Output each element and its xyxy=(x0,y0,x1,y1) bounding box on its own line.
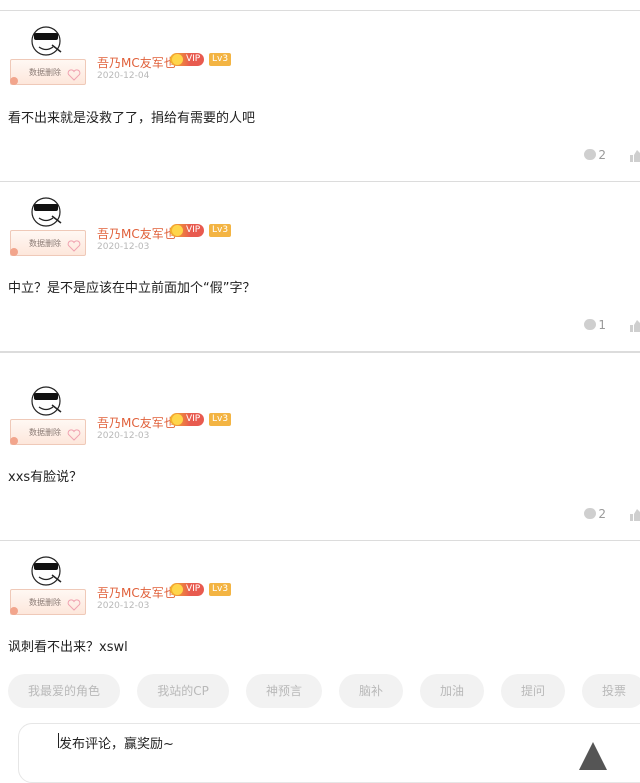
post-divider xyxy=(0,352,640,353)
comment-text: 讽刺看不出来？xswl xyxy=(8,640,128,655)
reply-count[interactable]: 2 xyxy=(584,507,606,521)
avatar-frame: 数据删除 xyxy=(10,419,86,445)
reply-count[interactable]: 1 xyxy=(584,318,606,332)
vip-crown-icon xyxy=(172,225,183,236)
avatar[interactable]: 数据删除 xyxy=(8,196,88,258)
comment-card: 数据删除 吾乃MC友军也 VIP Lv3 2020-12-04 看不出来就是没救… xyxy=(0,11,640,182)
heart-icon xyxy=(67,429,81,441)
reply-count-value: 2 xyxy=(598,148,606,162)
tag-favorite-character[interactable]: 我最爱的角色 xyxy=(8,674,120,708)
vip-badge: VIP xyxy=(170,53,205,66)
vip-label: VIP xyxy=(186,584,201,594)
flower-icon xyxy=(10,248,18,256)
meme-face-icon xyxy=(31,197,62,227)
comment-text: 中立？是不是应该在中立前面加个“假”字？ xyxy=(8,281,256,296)
post-date: 2020-12-03 xyxy=(97,601,150,611)
reply-icon xyxy=(584,319,597,330)
username[interactable]: 吾乃MC友军也 xyxy=(97,54,176,71)
reply-icon xyxy=(584,508,597,519)
post-date: 2020-12-03 xyxy=(97,242,150,252)
frame-text: 数据删除 xyxy=(29,598,61,607)
meme-face-icon xyxy=(31,26,62,56)
post-date: 2020-12-04 xyxy=(97,71,150,81)
avatar[interactable]: 数据删除 xyxy=(8,385,88,447)
reply-count[interactable]: 2 xyxy=(584,148,606,162)
level-badge: Lv3 xyxy=(209,583,232,596)
frame-text: 数据删除 xyxy=(29,428,61,437)
tag-prophecy[interactable]: 神预言 xyxy=(246,674,322,708)
vip-badge: VIP xyxy=(170,224,205,237)
comment-placeholder: 发布评论，赢奖励~ xyxy=(59,737,174,752)
meme-face-icon xyxy=(31,556,62,586)
post-date: 2020-12-03 xyxy=(97,431,150,441)
level-badge: Lv3 xyxy=(209,224,232,237)
username[interactable]: 吾乃MC友军也 xyxy=(97,584,176,601)
vip-crown-icon xyxy=(172,414,183,425)
reply-count-value: 1 xyxy=(598,318,606,332)
vip-badge: VIP xyxy=(170,583,205,596)
vip-crown-icon xyxy=(172,584,183,595)
meme-face-icon xyxy=(31,386,62,416)
frame-text: 数据删除 xyxy=(29,239,61,248)
username[interactable]: 吾乃MC友军也 xyxy=(97,414,176,431)
reply-icon xyxy=(584,149,597,160)
heart-icon xyxy=(67,240,81,252)
frame-text: 数据删除 xyxy=(29,68,61,77)
tag-imagination[interactable]: 脑补 xyxy=(339,674,403,708)
comment-card: 数据删除 吾乃MC友军也 VIP Lv3 2020-12-03 讽刺看不出来？x… xyxy=(0,541,640,663)
like-icon[interactable] xyxy=(630,509,640,521)
comment-card: 数据删除 吾乃MC友军也 VIP Lv3 2020-12-03 中立？是不是应该… xyxy=(0,182,640,352)
triangle-up-icon[interactable] xyxy=(578,740,608,770)
avatar-frame: 数据删除 xyxy=(10,230,86,256)
level-badge: Lv3 xyxy=(209,413,232,426)
tag-cheer[interactable]: 加油 xyxy=(420,674,484,708)
heart-icon xyxy=(67,599,81,611)
vip-badge: VIP xyxy=(170,413,205,426)
comment-text: xxs有脸说？ xyxy=(8,470,83,485)
comment-card: 数据删除 吾乃MC友军也 VIP Lv3 2020-12-03 xxs有脸说？ … xyxy=(0,352,640,541)
avatar-frame: 数据删除 xyxy=(10,589,86,615)
like-icon[interactable] xyxy=(630,320,640,332)
vip-label: VIP xyxy=(186,225,201,235)
like-icon[interactable] xyxy=(630,150,640,162)
tag-vote[interactable]: 投票 xyxy=(582,674,640,708)
tag-question[interactable]: 提问 xyxy=(501,674,565,708)
flower-icon xyxy=(10,437,18,445)
avatar-frame: 数据删除 xyxy=(10,59,86,85)
avatar[interactable]: 数据删除 xyxy=(8,25,88,87)
vip-label: VIP xyxy=(186,414,201,424)
level-badge: Lv3 xyxy=(209,53,232,66)
comment-text: 看不出来就是没救了了，捐给有需要的人吧 xyxy=(8,111,256,126)
reply-count-value: 2 xyxy=(598,507,606,521)
vip-label: VIP xyxy=(186,54,201,64)
tag-my-cp[interactable]: 我站的CP xyxy=(137,674,229,708)
flower-icon xyxy=(10,607,18,615)
quick-tag-bar: 我最爱的角色 我站的CP 神预言 脑补 加油 提问 投票 xyxy=(0,663,640,721)
heart-icon xyxy=(67,69,81,81)
avatar[interactable]: 数据删除 xyxy=(8,555,88,617)
vip-crown-icon xyxy=(172,54,183,65)
comment-input[interactable]: 发布评论，赢奖励~ xyxy=(18,723,640,783)
username[interactable]: 吾乃MC友军也 xyxy=(97,225,176,242)
flower-icon xyxy=(10,77,18,85)
